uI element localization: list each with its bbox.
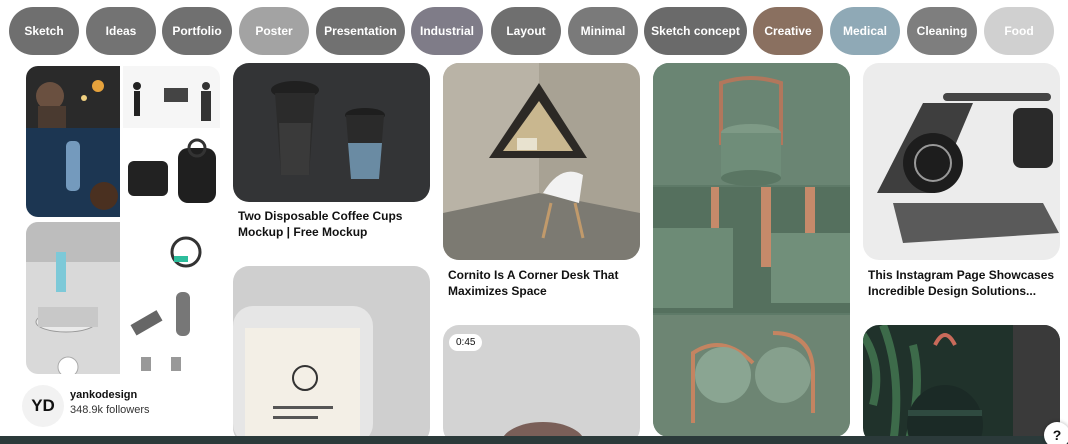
pin-coffee-cups[interactable] [233, 63, 430, 202]
chip-industrial[interactable]: Industrial [411, 7, 483, 55]
chip-label: Food [1004, 24, 1034, 38]
board-collage-bottom-image [26, 222, 220, 374]
board-avatar[interactable]: YD [22, 385, 64, 427]
corner-desk-image [443, 63, 640, 260]
lantern-image [863, 325, 1060, 444]
chip-label: Layout [506, 24, 546, 38]
chip-label: Presentation [324, 24, 397, 38]
chip-label: Minimal [580, 24, 626, 38]
pin-corner-desk[interactable] [443, 63, 640, 260]
bottle-label-image [233, 266, 430, 444]
chip-sketch[interactable]: Sketch [9, 7, 79, 55]
video-duration-badge: 0:45 [449, 334, 483, 351]
chip-label: Medical [842, 24, 887, 38]
avatar-text: YD [31, 396, 55, 415]
chip-label: Portfolio [172, 24, 222, 38]
pin-phone-stand[interactable] [863, 63, 1060, 260]
pin-corner-caption[interactable]: Cornito Is A Corner Desk That Maximizes … [448, 267, 638, 299]
pin-stand-caption[interactable]: This Instagram Page Showcases Incredible… [868, 267, 1060, 299]
chip-cleaning[interactable]: Cleaning [907, 7, 977, 55]
chip-label: Cleaning [916, 24, 968, 38]
chip-creative[interactable]: Creative [753, 7, 823, 55]
pin-bottle-label[interactable] [233, 266, 430, 444]
phone-stand-image [863, 63, 1060, 260]
chip-sketch-concept[interactable]: Sketch concept [644, 7, 747, 55]
chip-label: Sketch concept [651, 24, 740, 38]
board-followers: 348.9k followers [70, 404, 150, 416]
chip-food[interactable]: Food [984, 7, 1054, 55]
chip-ideas[interactable]: Ideas [86, 7, 156, 55]
pin-green-furniture[interactable] [653, 63, 850, 437]
chip-poster[interactable]: Poster [239, 7, 309, 55]
board-collage-bottom[interactable] [26, 222, 220, 374]
pin-lantern[interactable] [863, 325, 1060, 444]
board-collage-top[interactable] [26, 66, 220, 217]
chip-label: Sketch [24, 24, 64, 38]
help-icon[interactable]: ? [1044, 422, 1068, 444]
chip-label: Creative [764, 24, 812, 38]
chip-layout[interactable]: Layout [491, 7, 561, 55]
chip-minimal[interactable]: Minimal [568, 7, 638, 55]
pin-coffee-caption[interactable]: Two Disposable Coffee Cups Mockup | Free… [238, 208, 428, 240]
chip-portfolio[interactable]: Portfolio [162, 7, 232, 55]
chip-medical[interactable]: Medical [830, 7, 900, 55]
chip-label: Industrial [419, 24, 474, 38]
chip-label: Ideas [105, 24, 137, 38]
help-icon-glyph: ? [1052, 427, 1062, 443]
coffee-cups-image [233, 63, 430, 202]
board-name[interactable]: yankodesign [70, 389, 137, 401]
category-chip-bar: Sketch Ideas Portfolio Poster Presentati… [0, 0, 1068, 64]
chip-presentation[interactable]: Presentation [316, 7, 405, 55]
chip-label: Poster [255, 24, 293, 38]
green-furniture-image [653, 63, 850, 437]
bottom-toolbar [0, 436, 1068, 444]
board-collage-top-image [26, 66, 220, 217]
